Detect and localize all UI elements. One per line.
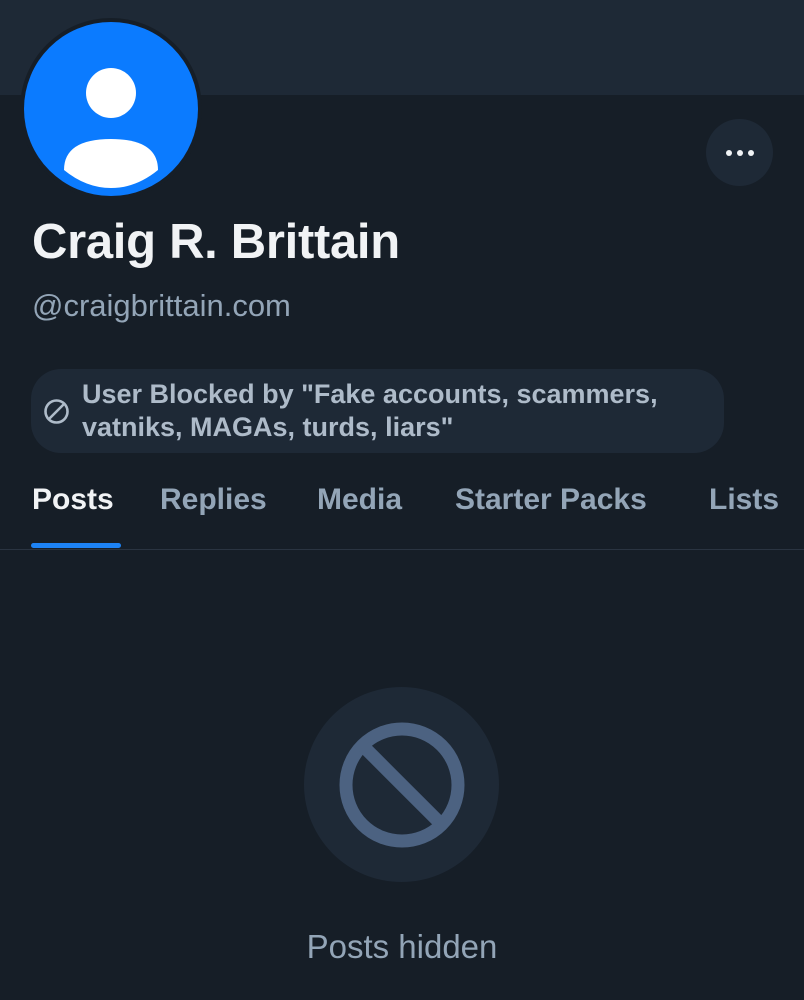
tab-starter-packs[interactable]: Starter Packs	[455, 483, 647, 517]
empty-state-icon-container	[304, 687, 499, 882]
more-horizontal-icon	[725, 149, 754, 156]
tab-media[interactable]: Media	[317, 483, 402, 517]
display-name: Craig R. Brittain	[32, 215, 400, 269]
blocked-notice-text: User Blocked by "Fake accounts, scammers…	[82, 379, 658, 442]
ban-icon	[44, 398, 69, 424]
default-avatar-icon	[24, 22, 198, 196]
tab-lists[interactable]: Lists	[709, 483, 779, 517]
avatar[interactable]	[20, 18, 202, 200]
profile-tabs: Posts Replies Media Starter Packs Lists	[0, 470, 804, 550]
more-options-button[interactable]	[706, 119, 773, 186]
active-tab-indicator	[31, 543, 121, 548]
tab-replies[interactable]: Replies	[160, 483, 267, 517]
empty-state-message: Posts hidden	[306, 928, 498, 965]
profile-handle: @craigbrittain.com	[32, 288, 291, 323]
tab-posts[interactable]: Posts	[32, 483, 114, 517]
blocked-notice[interactable]: User Blocked by "Fake accounts, scammers…	[31, 369, 724, 453]
ban-icon	[339, 722, 464, 847]
profile-page: Craig R. Brittain @craigbrittain.com Use…	[0, 0, 804, 1000]
